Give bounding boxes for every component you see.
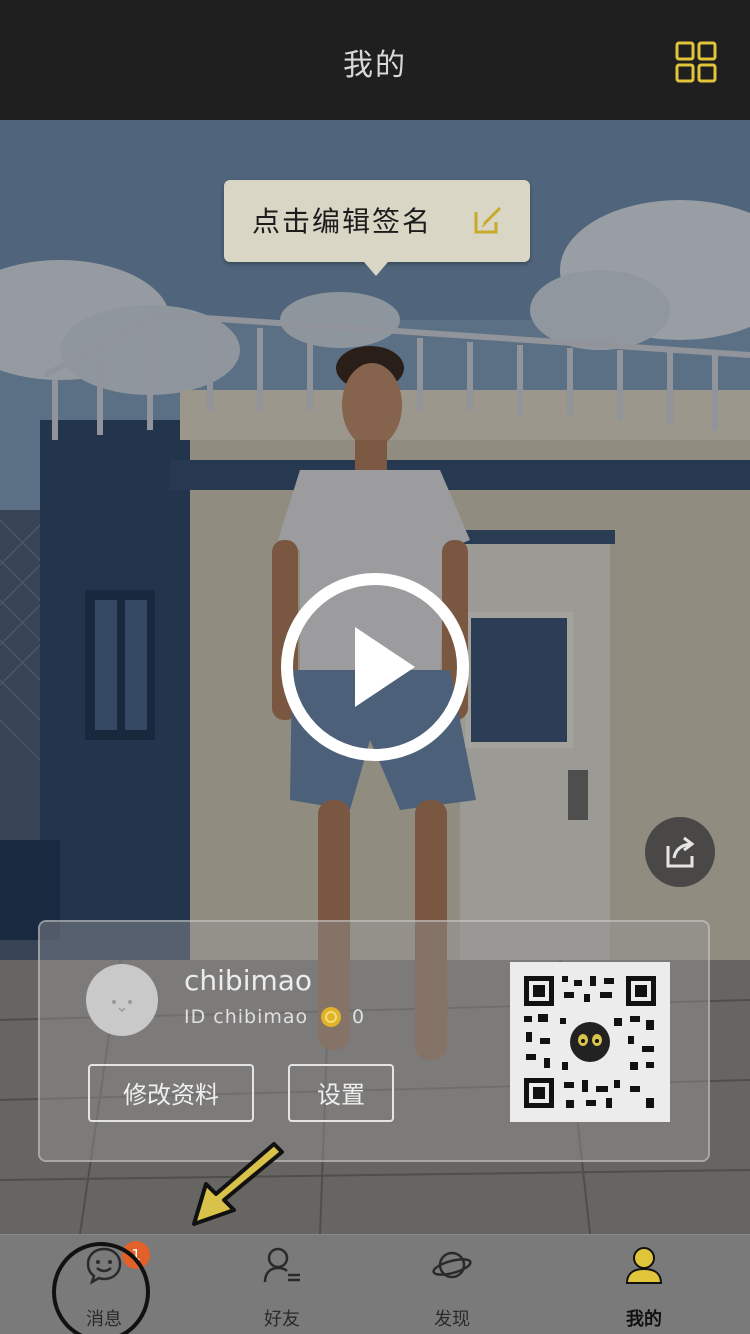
nav-label-discover: 发现 [434,1309,470,1330]
edit-signature-bubble[interactable]: 点击编辑签名 [224,180,530,276]
nav-item-messages[interactable]: 1 消息 [44,1235,164,1334]
nav-label-me: 我的 [626,1309,662,1330]
play-button[interactable] [280,572,470,762]
avatar-scene: 点击编辑签名 chibimao ID chibimao 0 修改资料 设置 [0,120,750,1234]
bottom-nav: 1 消息 好友 发现 我的 [0,1234,750,1334]
nav-label-messages: 消息 [86,1309,122,1330]
play-icon [281,573,469,761]
top-bar: 我的 [0,0,750,120]
settings-button[interactable]: 设置 [288,1064,394,1122]
username: chibimao [184,964,313,997]
profile-card: chibimao ID chibimao 0 修改资料 设置 [38,920,710,1162]
default-avatar-icon [112,1000,132,1013]
coin-icon [321,1007,341,1027]
nav-item-discover[interactable]: 发现 [392,1235,512,1334]
coin-count: 0 [352,1006,365,1028]
nav-item-friends[interactable]: 好友 [222,1235,342,1334]
user-id: ID chibimao [184,1006,309,1028]
avatar[interactable] [86,964,158,1036]
page-title: 我的 [343,48,407,83]
edit-profile-button[interactable]: 修改资料 [88,1064,254,1122]
planet-icon [432,1251,472,1279]
hint-arrow-icon [192,1142,284,1226]
share-icon [666,836,695,868]
unread-badge: 1 [122,1241,150,1269]
nav-item-me[interactable]: 我的 [584,1235,704,1334]
grid-icon [675,41,717,83]
edit-icon [474,206,502,234]
qr-code[interactable] [510,962,670,1122]
screen: 我的 点击编辑签名 chibimao ID chibimao 0 修改资料 设置… [0,0,750,1334]
grid-menu-button[interactable] [674,40,718,84]
nav-label-friends: 好友 [264,1309,300,1330]
signature-text: 点击编辑签名 [252,205,433,238]
message-icon [86,1247,122,1285]
profile-icon [625,1247,663,1284]
qr-code-image [524,976,656,1108]
friends-icon [263,1247,300,1283]
share-button[interactable] [645,817,715,887]
